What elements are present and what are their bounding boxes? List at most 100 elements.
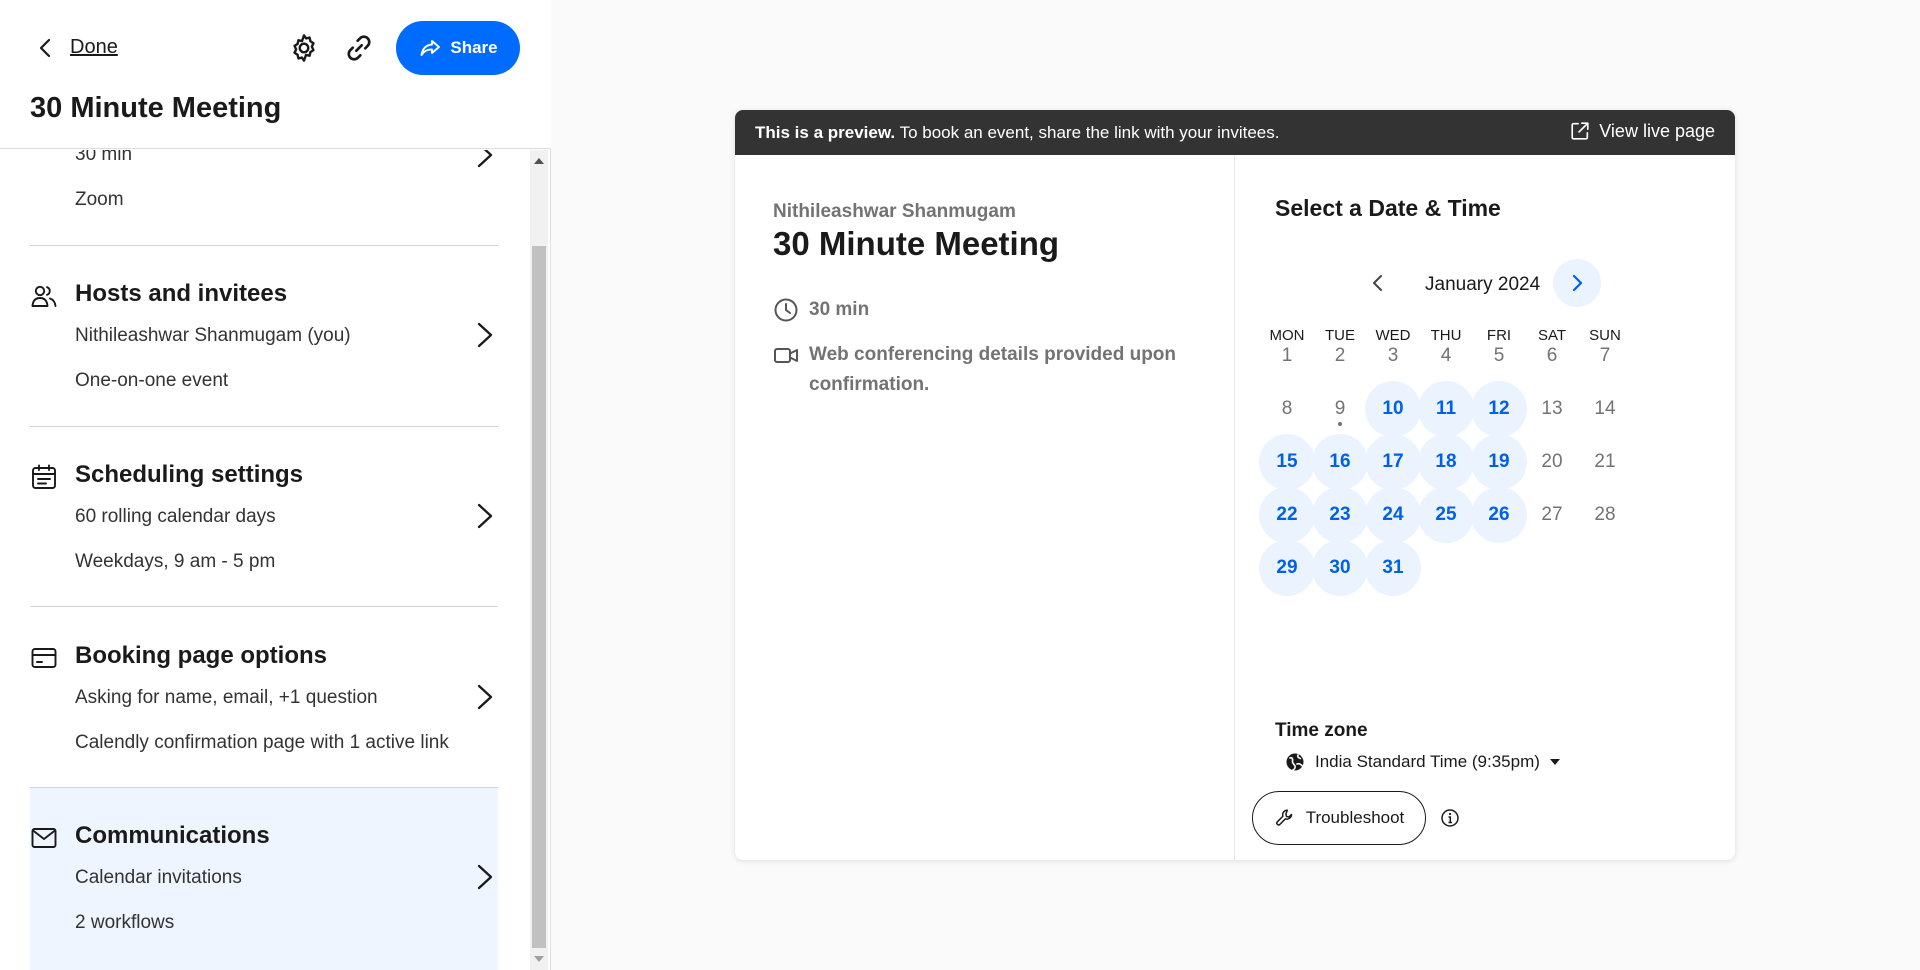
calendar-day-available[interactable]: 24 [1365,487,1421,543]
settings-scroll-area: 30 min Zoom Hosts and invitees Nithileas… [0,150,530,970]
calendar-day-available[interactable]: 17 [1365,434,1421,490]
calendar-day-available[interactable]: 29 [1259,540,1315,596]
location-detail: Web conferencing details provided upon co… [773,340,1176,400]
section-line: Calendly confirmation page with 1 active… [75,732,449,753]
video-camera-icon [774,348,798,363]
timezone-select[interactable]: India Standard Time (9:35pm) [1285,752,1560,772]
calendar-day-available[interactable]: 31 [1365,540,1421,596]
section-line: Nithileashwar Shanmugam (you) [75,325,351,346]
timezone-label: Time zone [1275,720,1368,741]
section-title: Communications [75,822,270,849]
preview-event-title: 30 Minute Meeting [773,225,1060,262]
scroll-down-arrow[interactable] [534,956,544,962]
location-line: confirmation. [809,374,930,395]
calendar-day-available[interactable]: 26 [1471,487,1527,543]
calendar-day-number: 14 [1594,398,1616,419]
calendar-day-number: 26 [1488,504,1510,525]
wrench-icon [1275,809,1292,826]
calendar-day-number: 19 [1488,451,1510,472]
calendar-day-available[interactable]: 15 [1259,434,1315,490]
chevron-right-icon [477,684,493,710]
calendar-day-available[interactable]: 18 [1418,434,1474,490]
calendar-day: 28 [1577,487,1633,543]
calendar-day-available[interactable]: 12 [1471,381,1527,437]
calendar-day-number: 17 [1382,451,1404,472]
section-line: Asking for name, email, +1 question [75,687,378,708]
share-button[interactable]: Share [396,21,520,75]
calendar-day-available[interactable]: 23 [1312,487,1368,543]
gear-icon[interactable] [288,32,320,64]
calendar-day-number: 3 [1387,345,1399,366]
today-indicator-dot [1338,422,1342,426]
preview-message-bold: This is a preview. [755,123,896,142]
section-line: Weekdays, 9 am - 5 pm [75,551,276,572]
duration-text: 30 min [809,299,870,320]
divider [30,426,498,427]
calendar-day-number: 20 [1541,451,1563,472]
section-communications[interactable]: Communications Calendar invitations 2 wo… [30,822,498,942]
calendar-day: 9 [1312,381,1368,437]
calendar-day-number: 28 [1594,504,1616,525]
calendar-day-available[interactable]: 22 [1259,487,1315,543]
calendar-day-number: 5 [1493,345,1505,366]
troubleshoot-label: Troubleshoot [1305,808,1405,827]
calendar-day: 2 [1312,328,1368,384]
select-date-title: Select a Date & Time [1275,195,1501,221]
scroll-up-arrow[interactable] [534,158,544,164]
organizer-name: Nithileashwar Shanmugam [773,201,1016,222]
calendar-day: 21 [1577,434,1633,490]
section-event-details[interactable]: 30 min Zoom [30,150,498,234]
link-icon[interactable] [343,32,375,64]
mail-icon [31,828,57,848]
calendar-day: 3 [1365,328,1421,384]
section-booking-page-options[interactable]: Booking page options Asking for name, em… [30,642,498,762]
troubleshoot-button[interactable]: Troubleshoot [1252,791,1426,845]
info-icon[interactable] [1440,808,1460,828]
divider [30,606,498,607]
location-text: Web conferencing details provided upon co… [809,340,1176,400]
calendar-day-number: 15 [1276,451,1298,472]
location-line: Web conferencing details provided upon [809,344,1177,365]
event-location-text: Zoom [75,189,124,210]
editor-header: Done Share 30 Minute Meeting [0,0,551,149]
calendar-day: 14 [1577,381,1633,437]
section-title: Booking page options [75,642,327,669]
calendar-day-number: 1 [1281,345,1293,366]
editor-toolbar: Done Share [28,20,520,76]
next-month-button[interactable] [1553,259,1601,307]
calendar-day-number: 2 [1334,345,1346,366]
calendar-day-number: 27 [1541,504,1563,525]
chevron-left-icon[interactable] [34,36,58,60]
calendar-day-number: 30 [1329,557,1351,578]
calendar-day-available[interactable]: 16 [1312,434,1368,490]
caret-down-icon [1549,759,1560,765]
chevron-left-icon[interactable] [1367,272,1389,294]
calendar-day-number: 8 [1281,398,1293,419]
calendar-day: 1 [1259,328,1315,384]
done-link[interactable]: Done [70,36,118,59]
event-title: 30 Minute Meeting [30,92,282,124]
calendar-day-available[interactable]: 10 [1365,381,1421,437]
calendar-day: 8 [1259,381,1315,437]
section-hosts-invitees[interactable]: Hosts and invitees Nithileashwar Shanmug… [30,280,498,400]
calendar-day-number: 25 [1435,504,1457,525]
view-live-page-link[interactable]: View live page [1569,120,1715,142]
calendar-day-number: 29 [1276,557,1298,578]
calendar-day: 27 [1524,487,1580,543]
section-line: 60 rolling calendar days [75,506,276,527]
calendar-day-available[interactable]: 19 [1471,434,1527,490]
event-editor-panel: Done Share 30 Minute Meeting 30 min Zoom… [0,0,551,970]
calendar-day: 20 [1524,434,1580,490]
calendar-day-number: 24 [1382,504,1404,525]
share-button-label: Share [450,38,498,57]
calendar-day-available[interactable]: 11 [1418,381,1474,437]
calendar-day-number: 18 [1435,451,1457,472]
external-link-icon [1571,122,1589,140]
chevron-right-icon [477,864,493,890]
scrollbar-thumb[interactable] [532,246,546,948]
vertical-scrollbar[interactable] [530,150,548,970]
section-scheduling-settings[interactable]: Scheduling settings 60 rolling calendar … [30,461,498,581]
calendar-day-available[interactable]: 25 [1418,487,1474,543]
view-live-page-label: View live page [1599,120,1715,141]
calendar-day-available[interactable]: 30 [1312,540,1368,596]
